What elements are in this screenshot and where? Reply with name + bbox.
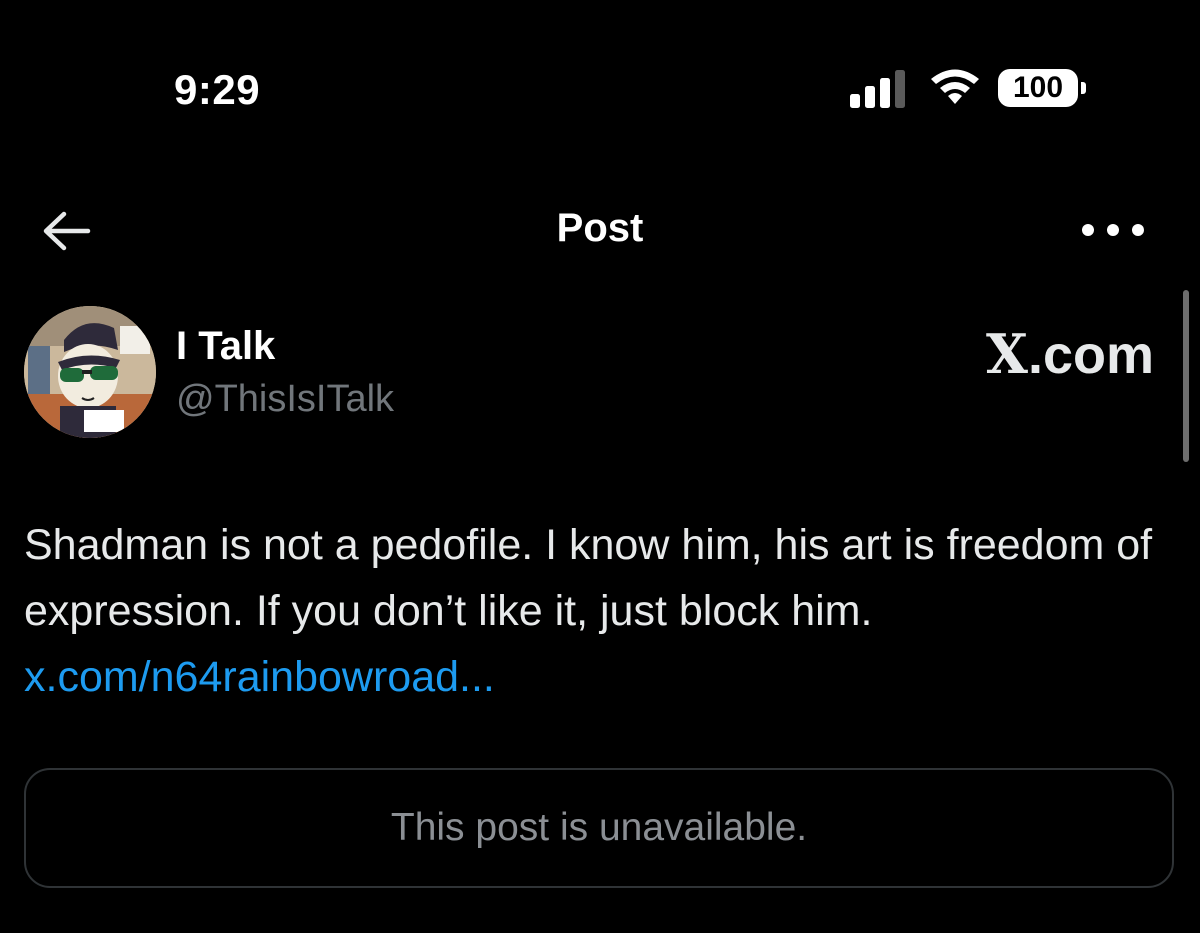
watermark-suffix: .com [1027,325,1154,385]
more-options-button[interactable] [1082,210,1144,250]
wifi-icon [931,69,979,104]
battery-cap [1081,82,1086,94]
status-time: 9:29 [174,66,261,113]
post-body: Shadman is not a pedofile. I know him, h… [24,512,1174,710]
x-com-watermark: X.com [986,322,1154,386]
battery-icon: 100 [998,69,1086,107]
post-link[interactable]: x.com/n64rainbowroad... [24,653,495,701]
x-logo-letter: X [986,322,1028,386]
avatar[interactable] [24,306,156,438]
more-dot [1107,224,1119,236]
arrow-left-icon [43,211,91,251]
author-display-name[interactable]: I Talk [176,324,275,369]
unavailable-message: This post is unavailable. [390,806,808,849]
post-text: Shadman is not a pedofile. I know him, h… [24,521,1153,635]
cartoon-avatar-image [24,306,156,438]
more-horizontal-icon [1082,224,1094,236]
author-handle[interactable]: @ThisIsITalk [176,378,394,421]
battery-level: 100 [1012,71,1064,104]
status-icons: 100 [850,66,1086,110]
cellular-signal-icon [850,70,905,108]
scrollbar[interactable] [1183,290,1189,462]
page-title: Post [556,206,644,250]
more-dot [1132,224,1144,236]
quoted-post-card[interactable]: This post is unavailable. [24,768,1174,888]
back-button[interactable] [38,206,94,256]
